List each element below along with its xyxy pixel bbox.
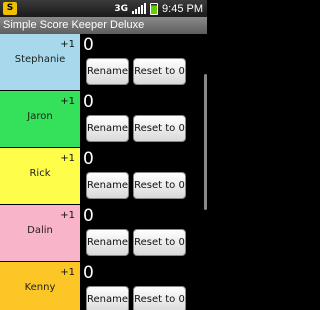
network-type-icon: 3G	[114, 3, 129, 14]
player-row: +1 Stephanie 0 Rename Reset to 0	[0, 34, 207, 91]
reset-button[interactable]: Reset to 0	[133, 172, 186, 199]
status-time: 9:45 PM	[162, 2, 203, 15]
scrollbar[interactable]	[204, 74, 207, 210]
player-increment-area[interactable]: +1 Dalin	[0, 205, 80, 261]
player-increment-area[interactable]: +1 Stephanie	[0, 34, 80, 90]
rename-button[interactable]: Rename	[86, 58, 129, 85]
rename-button[interactable]: Rename	[86, 115, 129, 142]
player-name: Jaron	[27, 111, 53, 122]
player-increment-area[interactable]: +1 Rick	[0, 148, 80, 204]
player-score: 0	[83, 149, 94, 169]
player-score: 0	[83, 206, 94, 226]
increment-label: +1	[60, 210, 75, 221]
player-name: Kenny	[24, 282, 56, 293]
player-increment-area[interactable]: +1 Kenny	[0, 262, 80, 310]
signal-strength-icon	[132, 3, 147, 14]
status-bar: S 3G 9:45 PM	[0, 0, 207, 17]
reset-button[interactable]: Reset to 0	[133, 115, 186, 142]
player-name: Stephanie	[14, 54, 66, 65]
player-name: Rick	[29, 168, 51, 179]
app-title: Simple Score Keeper Deluxe	[0, 17, 207, 34]
rename-button[interactable]: Rename	[86, 172, 129, 199]
reset-button[interactable]: Reset to 0	[133, 58, 186, 85]
player-increment-area[interactable]: +1 Jaron	[0, 91, 80, 147]
player-score: 0	[83, 263, 94, 283]
player-row: +1 Rick 0 Rename Reset to 0	[0, 148, 207, 205]
increment-label: +1	[60, 96, 75, 107]
player-row: +1 Kenny 0 Rename Reset to 0	[0, 262, 207, 310]
reset-button[interactable]: Reset to 0	[133, 229, 186, 256]
player-list[interactable]: +1 Stephanie 0 Rename Reset to 0 +1 Jaro…	[0, 34, 207, 310]
battery-icon	[150, 2, 159, 15]
player-name: Dalin	[27, 225, 53, 236]
reset-button[interactable]: Reset to 0	[133, 286, 186, 310]
player-score: 0	[83, 92, 94, 112]
player-score: 0	[83, 35, 94, 55]
increment-label: +1	[60, 39, 75, 50]
player-row: +1 Dalin 0 Rename Reset to 0	[0, 205, 207, 262]
increment-label: +1	[60, 267, 75, 278]
rename-button[interactable]: Rename	[86, 229, 129, 256]
app-notification-icon: S	[3, 2, 17, 15]
player-row: +1 Jaron 0 Rename Reset to 0	[0, 91, 207, 148]
rename-button[interactable]: Rename	[86, 286, 129, 310]
increment-label: +1	[60, 153, 75, 164]
